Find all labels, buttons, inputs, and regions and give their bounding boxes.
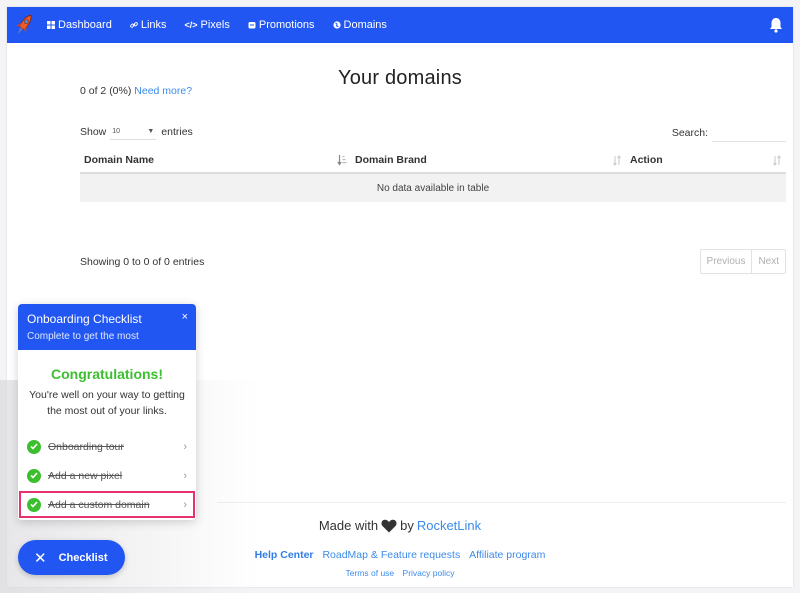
nav-domains[interactable]: Domains (332, 19, 387, 31)
onboarding-checklist-panel: Onboarding Checklist Complete to get the… (18, 304, 196, 520)
rocket-icon[interactable] (13, 11, 35, 39)
task-label: Add a new pixel (48, 469, 123, 482)
domains-table: Domain Name Domain Brand Action No data … (80, 148, 786, 202)
show-label: Show (80, 126, 107, 138)
column-label: Domain Name (84, 154, 155, 166)
caret-down-icon: ▼ (147, 128, 155, 135)
privacy-link[interactable]: Privacy policy (403, 568, 455, 578)
globe-icon (332, 21, 341, 29)
sort-icon[interactable] (612, 155, 622, 166)
nav-pixels-label: Pixels (200, 19, 230, 31)
help-center-link[interactable]: Help Center (255, 549, 314, 561)
checklist-subtitle: Complete to get the most (27, 331, 139, 342)
heart-icon (381, 519, 397, 533)
checklist-task-add-pixel[interactable]: Add a new pixel › (18, 461, 196, 490)
checklist-button-label: Checklist (58, 551, 108, 564)
table-search: Search: (672, 124, 786, 142)
nav-pixels[interactable]: </> Pixels (185, 19, 230, 31)
checklist-task-add-custom-domain[interactable]: Add a custom domain › (18, 490, 196, 519)
sort-ascending-icon[interactable] (337, 155, 347, 166)
rocketlink-link[interactable]: RocketLink (417, 518, 481, 533)
footer-divider (217, 502, 786, 503)
link-icon (130, 21, 138, 29)
nav-dashboard-label: Dashboard (58, 19, 112, 31)
checklist-task-onboarding-tour[interactable]: Onboarding tour › (18, 432, 196, 461)
usage-count: 0 of 2 (0%) (80, 85, 132, 97)
task-label: Add a custom domain (48, 498, 150, 511)
checklist-toggle-button[interactable]: ✕ Checklist (18, 540, 125, 575)
nav-domains-label: Domains (343, 19, 387, 31)
affiliate-program-link[interactable]: Affiliate program (469, 549, 545, 561)
congrats-message: You're well on your way to getting the m… (29, 389, 185, 417)
close-icon[interactable]: × (182, 311, 188, 323)
by-text: by (400, 518, 414, 533)
search-label: Search: (671, 127, 708, 139)
column-header-action[interactable]: Action (626, 148, 786, 174)
check-circle-icon (27, 439, 41, 454)
column-label: Action (630, 154, 663, 166)
promotion-icon (248, 21, 256, 29)
legal-links: Terms of use Privacy policy (7, 568, 793, 578)
next-page-button[interactable]: Next (751, 250, 785, 273)
table-row-empty: No data available in table (80, 173, 786, 202)
column-header-domain-name[interactable]: Domain Name (80, 148, 351, 174)
nav-promotions[interactable]: Promotions (248, 19, 315, 31)
checklist-tasks: Onboarding tour › Add a new pixel › Add … (18, 432, 196, 519)
code-icon: </> (184, 20, 198, 30)
need-more-link[interactable]: Need more? (134, 85, 192, 97)
domain-usage: 0 of 2 (0%) Need more? (80, 85, 192, 97)
roadmap-link[interactable]: RoadMap & Feature requests (322, 549, 460, 561)
congrats-title: Congratulations! (51, 366, 163, 382)
close-icon: ✕ (34, 549, 47, 567)
sort-icon[interactable] (772, 155, 782, 166)
page-length-control: Show 10 ▼ entries (80, 124, 193, 140)
task-label: Onboarding tour (48, 440, 124, 453)
bell-icon[interactable] (769, 17, 783, 33)
column-header-domain-brand[interactable]: Domain Brand (351, 148, 626, 174)
grid-icon (47, 21, 55, 29)
page-length-select[interactable]: 10 ▼ (110, 124, 157, 140)
page-length-value: 10 (112, 128, 121, 135)
checklist-title: Onboarding Checklist (27, 312, 142, 326)
previous-page-button[interactable]: Previous (701, 250, 752, 273)
empty-table-message: No data available in table (80, 173, 786, 202)
check-circle-icon (27, 468, 41, 483)
nav-links-label: Links (140, 19, 167, 31)
chevron-right-icon: › (183, 440, 187, 453)
search-input[interactable] (712, 124, 786, 142)
terms-link[interactable]: Terms of use (346, 568, 395, 578)
chevron-right-icon: › (183, 498, 187, 511)
nav-promotions-label: Promotions (258, 19, 315, 31)
check-circle-icon (27, 497, 41, 512)
checklist-header: Onboarding Checklist Complete to get the… (18, 304, 196, 350)
made-with-line: Made with by RocketLink (7, 518, 793, 533)
nav-dashboard[interactable]: Dashboard (47, 19, 112, 31)
top-navbar: Dashboard Links </> Pixels Promotions Do… (7, 7, 793, 43)
made-with-text: Made with (318, 518, 379, 533)
column-label: Domain Brand (355, 154, 427, 166)
nav-links[interactable]: Links (130, 19, 167, 31)
chevron-right-icon: › (183, 469, 187, 482)
table-info: Showing 0 to 0 of 0 entries (80, 256, 205, 268)
pagination: Previous Next (699, 249, 786, 274)
table-header-row: Domain Name Domain Brand Action (80, 148, 786, 174)
entries-label: entries (161, 126, 193, 138)
